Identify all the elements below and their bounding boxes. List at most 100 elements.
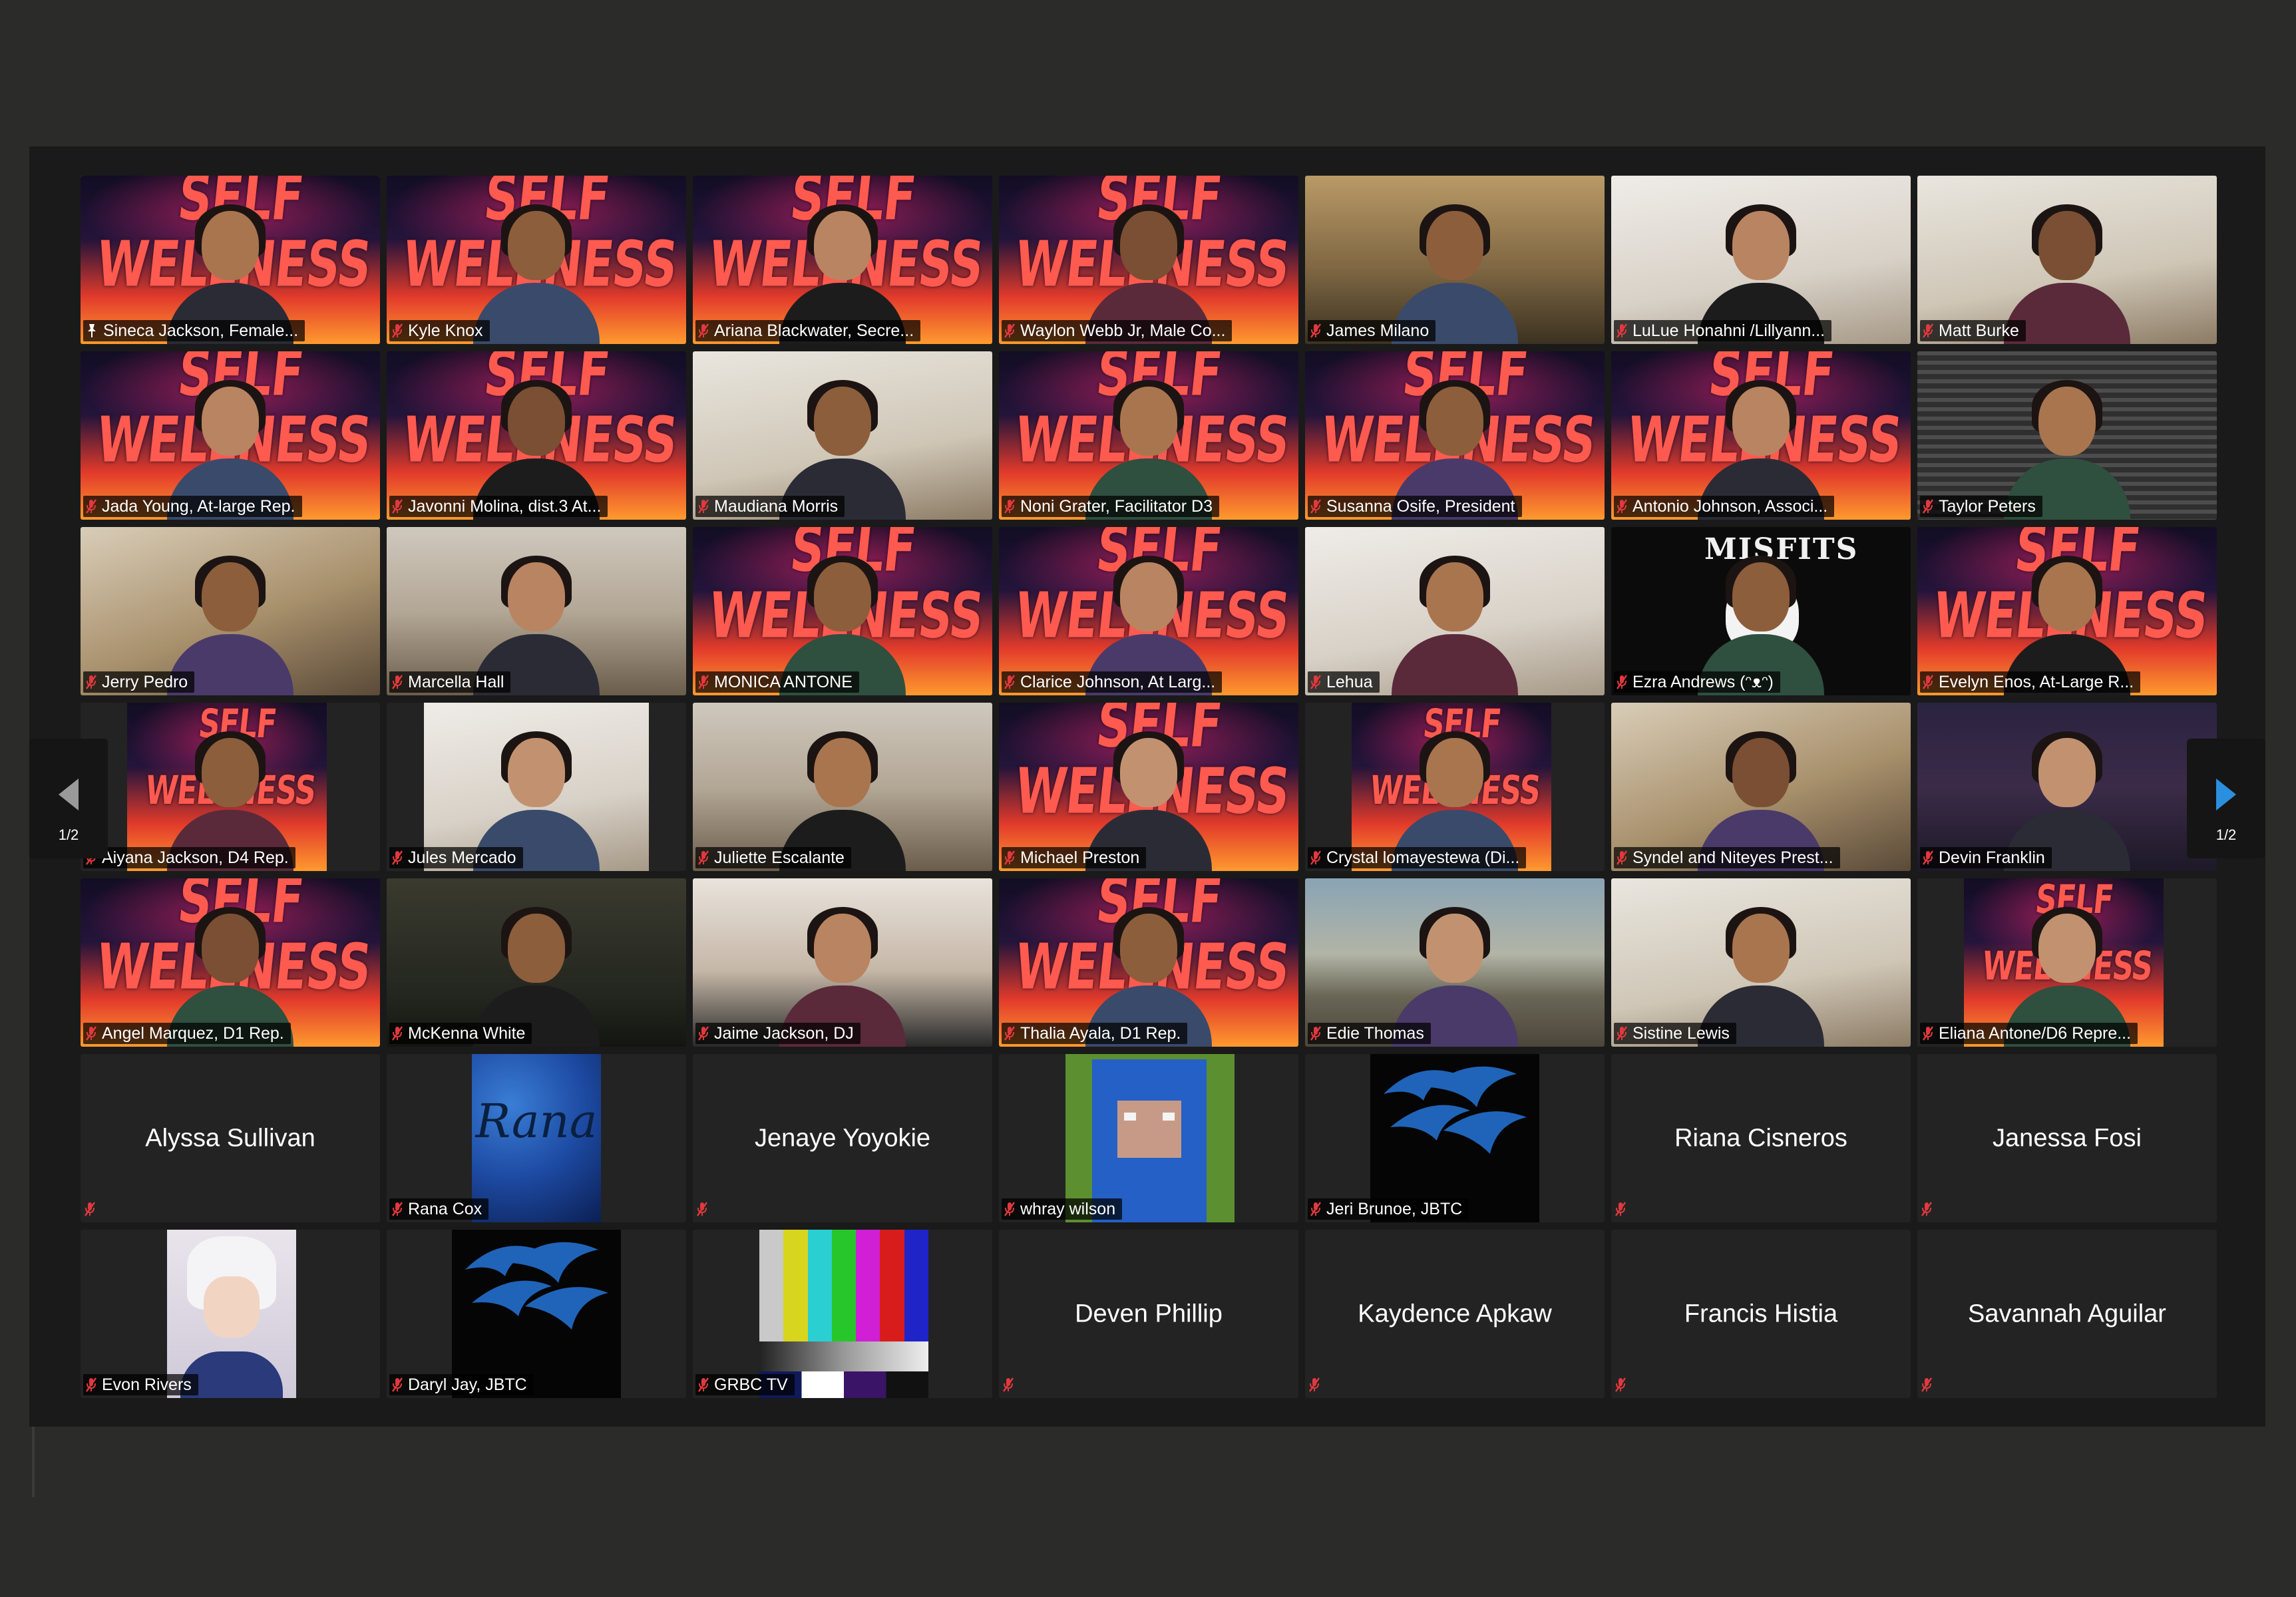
participant-name: Deven Phillip xyxy=(1075,1300,1223,1328)
participant-tile[interactable]: Taylor Peters xyxy=(1917,351,2217,520)
participant-name: Eliana Antone/D6 Repre... xyxy=(1939,1024,2132,1043)
participant-tile[interactable]: Edie Thomas xyxy=(1305,878,1605,1047)
participant-name: Taylor Peters xyxy=(1939,497,2036,516)
participant-tile[interactable]: Kaydence Apkaw xyxy=(1305,1230,1605,1398)
participant-name: McKenna White xyxy=(408,1024,526,1043)
participant-tile[interactable]: SELF WELLNESS AND GROWTHWaylon Webb Jr, … xyxy=(999,176,1298,344)
participant-name: Noni Grater, Facilitator D3 xyxy=(1020,497,1213,516)
participant-tile[interactable]: Riana Cisneros xyxy=(1611,1054,1911,1222)
participant-name-label: Evon Rivers xyxy=(83,1374,198,1395)
muted-microphone-icon xyxy=(698,850,709,866)
participant-name: Jenaye Yoyokie xyxy=(754,1124,931,1152)
participant-tile[interactable]: SELF WELLNESS AND GROWTHAntonio Johnson,… xyxy=(1611,351,1911,520)
muted-microphone-icon xyxy=(1615,1377,1627,1394)
muted-microphone-icon xyxy=(86,1377,96,1393)
participant-name: Thalia Ayala, D1 Rep. xyxy=(1020,1024,1181,1043)
participant-name: Waylon Webb Jr, Male Co... xyxy=(1020,321,1226,340)
participant-tile[interactable]: Syndel and Niteyes Prest... xyxy=(1611,703,1911,871)
participant-name: Sistine Lewis xyxy=(1632,1024,1730,1043)
participant-tile[interactable]: McKenna White xyxy=(387,878,686,1047)
participant-tile[interactable]: Sistine Lewis xyxy=(1611,878,1911,1047)
participant-tile[interactable]: SELF WELLNESS AND GROWTHEvelyn Enos, At-… xyxy=(1917,527,2217,695)
gallery-view-window: SELF WELLNESS AND GROWTHSineca Jackson, … xyxy=(29,146,2265,1427)
participant-tile[interactable]: GRBC TV xyxy=(693,1230,992,1398)
participant-tile[interactable]: SELF WELLNESS AND GROWTHNoni Grater, Fac… xyxy=(999,351,1298,520)
participant-tile[interactable]: SELF WELLNESS AND GROWTHClarice Johnson,… xyxy=(999,527,1298,695)
participant-name-label: Syndel and Niteyes Prest... xyxy=(1614,847,1840,868)
participant-name: Javonni Molina, dist.3 At... xyxy=(408,497,602,516)
participant-tile[interactable]: Lehua xyxy=(1305,527,1605,695)
participant-tile[interactable]: SELF WELLNESS AND GROWTHThalia Ayala, D1… xyxy=(999,878,1298,1047)
participant-tile[interactable]: SELF WELLNESS AND GROWTHJada Young, At-l… xyxy=(81,351,380,520)
participant-tile[interactable]: SELF WELLNESS AND GROWTHAngel Marquez, D… xyxy=(81,878,380,1047)
participant-tile[interactable]: Daryl Jay, JBTC xyxy=(387,1230,686,1398)
participant-tile[interactable]: James Milano xyxy=(1305,176,1605,344)
participant-name-label: Evelyn Enos, At-Large R... xyxy=(1920,671,2141,693)
participant-tile[interactable]: SELF WELLNESS AND GROWTHSineca Jackson, … xyxy=(81,176,380,344)
participant-name: Janessa Fosi xyxy=(1993,1124,2142,1152)
participant-video-figure xyxy=(1392,556,1518,695)
participant-tile[interactable]: LuLue Honahni /Lillyann... xyxy=(1611,176,1911,344)
muted-microphone-icon xyxy=(698,1025,709,1041)
participant-name-label: Rana Cox xyxy=(389,1198,489,1220)
participant-name: MONICA ANTONE xyxy=(714,673,853,691)
participant-name: Evon Rivers xyxy=(102,1375,192,1394)
participant-tile[interactable]: Deven Phillip xyxy=(999,1230,1298,1398)
participant-name: Antonio Johnson, Associ... xyxy=(1632,497,1828,516)
participant-name-label: Jaime Jackson, DJ xyxy=(695,1023,861,1044)
participant-name-label: Ezra Andrews (ᵔᴥᵔ) xyxy=(1614,671,1780,693)
participant-tile[interactable]: whray wilson xyxy=(999,1054,1298,1222)
participant-name-label: GRBC TV xyxy=(695,1374,795,1395)
muted-microphone-icon xyxy=(85,1201,96,1218)
participant-name-label: LuLue Honahni /Lillyann... xyxy=(1614,320,1832,341)
participant-tile[interactable]: SELF WELLNESS AND GROWTHMichael Preston xyxy=(999,703,1298,871)
participant-name-label: Aiyana Jackson, D4 Rep. xyxy=(83,847,295,868)
participant-name-label: Clarice Johnson, At Larg... xyxy=(1002,671,1223,693)
participant-tile[interactable]: Jaime Jackson, DJ xyxy=(693,878,992,1047)
participant-tile[interactable]: Marcella Hall xyxy=(387,527,686,695)
participant-name: Francis Histia xyxy=(1684,1300,1838,1328)
participant-video-figure xyxy=(473,204,600,344)
participant-tile[interactable]: Matt Burke xyxy=(1917,176,2217,344)
anime-avatar-image xyxy=(167,1230,296,1398)
muted-microphone-icon xyxy=(1310,674,1321,690)
muted-microphone-icon xyxy=(698,323,709,339)
muted-microphone-icon xyxy=(1923,674,1933,690)
participant-tile[interactable]: Maudiana Morris xyxy=(693,351,992,520)
chevron-left-icon xyxy=(59,779,79,810)
participant-tile[interactable]: Devin Franklin xyxy=(1917,703,2217,871)
participant-tile[interactable]: Jeri Brunoe, JBTC xyxy=(1305,1054,1605,1222)
participant-name-label: Daryl Jay, JBTC xyxy=(389,1374,534,1395)
participant-tile[interactable]: MISFITS Ezra Andrews (ᵔᴥᵔ) xyxy=(1611,527,1911,695)
participant-tile[interactable]: Rana Rana Cox xyxy=(387,1054,686,1222)
participant-tile[interactable]: Evon Rivers xyxy=(81,1230,380,1398)
participant-name: Jerry Pedro xyxy=(102,673,188,691)
participant-tile[interactable]: Jenaye Yoyokie xyxy=(693,1054,992,1222)
participant-tile[interactable]: SELF WELLNESS AND GROWTHCrystal lomayest… xyxy=(1305,703,1605,871)
participant-tile[interactable]: Savannah Aguilar xyxy=(1917,1230,2217,1398)
participant-tile[interactable]: SELF WELLNESS AND GROWTHJavonni Molina, … xyxy=(387,351,686,520)
participant-tile[interactable]: SELF WELLNESS AND GROWTHKyle Knox xyxy=(387,176,686,344)
next-page-button[interactable]: 1/2 xyxy=(2187,739,2265,858)
previous-page-button[interactable]: 1/2 xyxy=(29,739,108,858)
participant-tile[interactable]: Jerry Pedro xyxy=(81,527,380,695)
participant-tile[interactable]: SELF WELLNESS AND GROWTHSusanna Osife, P… xyxy=(1305,351,1605,520)
participant-name: Angel Marquez, D1 Rep. xyxy=(102,1024,284,1043)
jbtc-logo-avatar xyxy=(452,1230,621,1398)
participant-name-label: Michael Preston xyxy=(1002,847,1147,868)
participant-tile[interactable]: Alyssa Sullivan xyxy=(81,1054,380,1222)
participant-tile[interactable]: Juliette Escalante xyxy=(693,703,992,871)
participant-tile[interactable]: SELF WELLNESS AND GROWTHEliana Antone/D6… xyxy=(1917,878,2217,1047)
muted-microphone-icon xyxy=(1310,1025,1321,1041)
participant-tile[interactable]: SELF WELLNESS AND GROWTHAiyana Jackson, … xyxy=(81,703,380,871)
participant-tile[interactable]: Francis Histia xyxy=(1611,1230,1911,1398)
participant-tile[interactable]: SELF WELLNESS AND GROWTHMONICA ANTONE xyxy=(693,527,992,695)
muted-microphone-icon xyxy=(1617,498,1627,514)
participant-tile[interactable]: Jules Mercado xyxy=(387,703,686,871)
participant-tile[interactable]: SELF WELLNESS AND GROWTHAriana Blackwate… xyxy=(693,176,992,344)
jbtc-logo-icon xyxy=(465,1242,608,1330)
participant-grid: SELF WELLNESS AND GROWTHSineca Jackson, … xyxy=(81,176,2217,1398)
participant-tile[interactable]: Janessa Fosi xyxy=(1917,1054,2217,1222)
rana-logo-text: Rana xyxy=(475,1094,598,1149)
test-pattern-avatar xyxy=(759,1230,928,1398)
